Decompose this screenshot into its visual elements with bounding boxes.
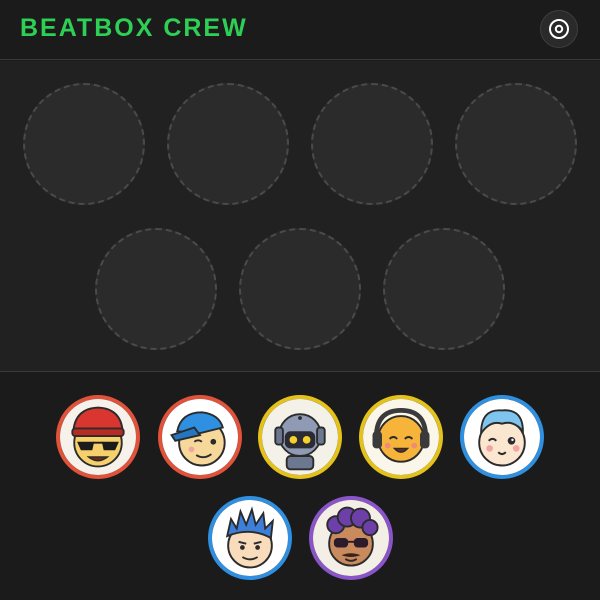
app-root: BEATBOX CREW (0, 0, 600, 600)
empty-slot-4[interactable] (455, 83, 577, 205)
empty-slot-6[interactable] (239, 228, 361, 350)
empty-slot-2[interactable] (167, 83, 289, 205)
disc-icon (549, 19, 569, 39)
curly-hair-sunglasses-avatar[interactable] (309, 496, 393, 580)
beanie-sunglasses-avatar[interactable] (56, 395, 140, 479)
drop-stage[interactable] (0, 61, 600, 372)
header: BEATBOX CREW (0, 0, 600, 60)
headphones-avatar[interactable] (359, 395, 443, 479)
robot-avatar[interactable] (258, 395, 342, 479)
empty-slot-1[interactable] (23, 83, 145, 205)
avatar-tray (0, 373, 600, 600)
blue-hair-winking-avatar[interactable] (460, 395, 544, 479)
app-title: BEATBOX CREW (20, 14, 248, 42)
empty-slot-5[interactable] (95, 228, 217, 350)
cap-winking-avatar[interactable] (158, 395, 242, 479)
empty-slot-7[interactable] (383, 228, 505, 350)
empty-slot-3[interactable] (311, 83, 433, 205)
spiky-hair-avatar[interactable] (208, 496, 292, 580)
disc-button[interactable] (540, 10, 578, 48)
